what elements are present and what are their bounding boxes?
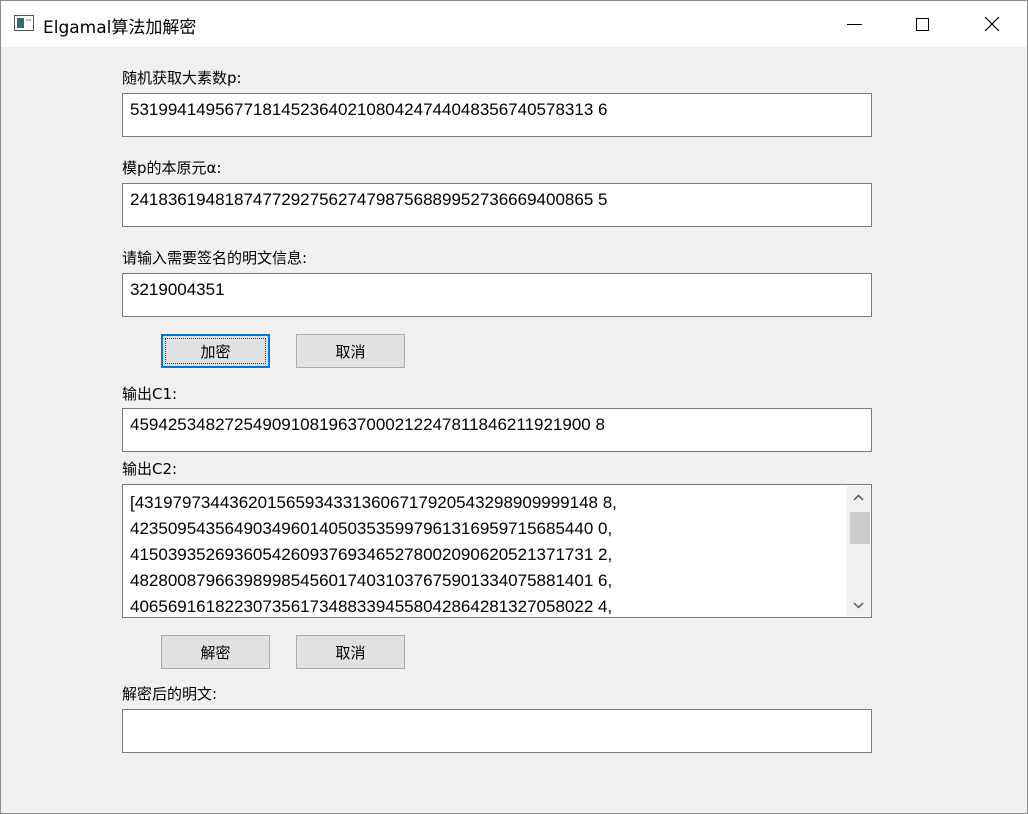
app-icon [14, 15, 34, 31]
plaintext-label: 解密后的明文: [122, 685, 218, 703]
cancel-encrypt-button[interactable]: 取消 [296, 334, 405, 368]
prime-field[interactable]: 5319941495677181452364021080424744048356… [122, 93, 872, 137]
app-window: Elgamal算法加解密 随机获取大素数p: 53199414956771814… [0, 0, 1028, 814]
window-title: Elgamal算法加解密 [43, 18, 197, 38]
plaintext-field[interactable] [122, 709, 872, 753]
c2-label: 输出C2: [122, 460, 178, 478]
decrypt-button-label: 解密 [200, 643, 231, 662]
maximize-button[interactable] [899, 1, 945, 47]
cancel-encrypt-button-label: 取消 [335, 342, 366, 361]
c2-line: 4065691618223073561734883394558042864281… [130, 597, 613, 616]
c1-label: 输出C1: [122, 385, 178, 403]
c2-line: 4150393526936054260937693465278002090620… [130, 545, 613, 564]
c2-lines: [431979734436201565934331360671792054329… [130, 490, 845, 617]
primitive-root-field[interactable]: 2418361948187477292756274798756889952736… [122, 183, 872, 227]
chevron-down-icon [853, 601, 864, 609]
scroll-up-button[interactable] [847, 486, 870, 508]
c2-line: 4828008796639899854560174031037675901334… [130, 571, 613, 590]
c2-textarea[interactable]: [431979734436201565934331360671792054329… [122, 484, 872, 618]
close-icon [984, 16, 1000, 32]
chevron-up-icon [853, 493, 864, 501]
c2-scrollbar[interactable] [847, 486, 870, 616]
prime-label: 随机获取大素数p: [122, 69, 242, 87]
maximize-icon [915, 17, 929, 31]
cancel-decrypt-button[interactable]: 取消 [296, 635, 405, 669]
primitive-root-label: 模p的本原元α: [122, 159, 222, 177]
close-button[interactable] [969, 1, 1015, 47]
message-label: 请输入需要签名的明文信息: [122, 249, 308, 267]
title-bar: Elgamal算法加解密 [1, 1, 1027, 47]
decrypt-button[interactable]: 解密 [161, 635, 270, 669]
c2-line: [431979734436201565934331360671792054329… [130, 493, 617, 512]
c1-field[interactable]: 4594253482725490910819637000212247811846… [122, 408, 872, 452]
minimize-icon [846, 23, 862, 25]
c2-line: 4235095435649034960140503535997961316959… [130, 519, 613, 538]
cancel-decrypt-button-label: 取消 [335, 643, 366, 662]
encrypt-button[interactable]: 加密 [161, 334, 270, 368]
scroll-thumb[interactable] [850, 512, 870, 544]
minimize-button[interactable] [831, 1, 877, 47]
message-field[interactable]: 3219004351 [122, 273, 872, 317]
scroll-down-button[interactable] [847, 594, 870, 616]
